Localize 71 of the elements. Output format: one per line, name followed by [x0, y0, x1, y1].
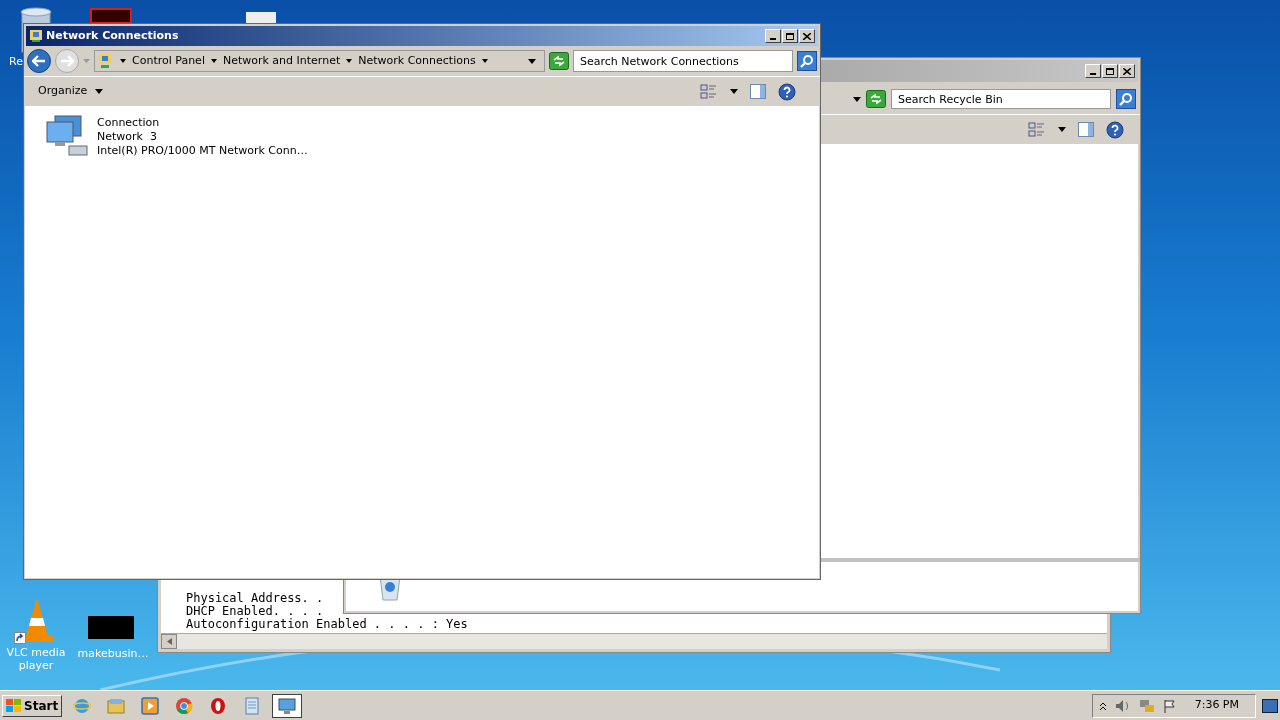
minimize-button[interactable] [1085, 64, 1101, 78]
shortcut-arrow-icon [14, 632, 26, 644]
speaker-icon[interactable] [1114, 698, 1131, 713]
back-arrow-icon [32, 55, 46, 67]
connection-name: Connection [97, 116, 161, 130]
preview-pane-icon[interactable] [750, 84, 766, 99]
breadcrumb[interactable]: Control Panel [132, 52, 205, 70]
document-icon [246, 12, 276, 24]
preview-pane-icon[interactable] [1078, 122, 1094, 137]
console-line: Physical Address. . [186, 592, 325, 605]
chevron-icon [210, 59, 217, 63]
browser-icon [175, 696, 194, 715]
caret-icon [95, 89, 104, 94]
show-desktop-button[interactable] [1262, 698, 1278, 713]
clock: 7:36 PM [1193, 697, 1240, 714]
breadcrumb[interactable]: Network and Internet [222, 52, 341, 70]
window-title: Network Connections [46, 27, 180, 44]
back-button[interactable] [27, 49, 51, 73]
connection-item[interactable]: Connection Network 3 Intel(R) PRO/1000 MT Network Conn… [45, 114, 811, 160]
ring-icon [209, 696, 228, 715]
minimize-button[interactable] [765, 29, 781, 43]
maximize-button[interactable] [1102, 64, 1118, 78]
folder-icon [107, 696, 126, 715]
start-button[interactable]: Start [2, 694, 63, 717]
desktop-icon-label: makebusin… [76, 646, 150, 662]
address-bar[interactable]: Control Panel Network and Internet Network Connections [94, 50, 545, 72]
app-icon [90, 8, 132, 24]
organize-button[interactable]: Organize [38, 83, 104, 100]
dropdown-arrow-icon [853, 96, 861, 102]
views-icon[interactable] [700, 83, 718, 100]
network-name: Network 3 [97, 130, 158, 144]
globe-icon [73, 696, 92, 715]
desktop-icon-label: VLC media player [5, 646, 67, 672]
help-icon[interactable] [778, 82, 796, 101]
scroll-left-button[interactable] [161, 634, 177, 649]
console-line: DHCP Enabled. . . . [186, 605, 325, 618]
breadcrumb[interactable]: Network Connections [358, 52, 476, 70]
chevron-icon [346, 59, 353, 63]
chevron-icon [120, 59, 126, 63]
left-arrow-icon [166, 638, 172, 645]
help-icon[interactable] [1106, 120, 1124, 139]
chevron-up-icon[interactable] [1098, 700, 1107, 711]
console-line: Autoconfiguration Enabled . . . . : Yes [186, 618, 469, 631]
maximize-button[interactable] [782, 29, 798, 43]
forward-arrow-icon [60, 55, 74, 67]
desktop-icon-label: Re [9, 54, 23, 70]
search-button[interactable] [797, 51, 817, 71]
network-folder-icon [98, 53, 114, 69]
play-icon [141, 696, 160, 715]
dropdown-arrow-icon[interactable] [730, 89, 738, 94]
taskbar-button[interactable] [272, 693, 303, 718]
windows-flag-icon [6, 698, 22, 713]
flag-icon[interactable] [1162, 698, 1177, 713]
dropdown-arrow-icon [83, 59, 90, 63]
search-button[interactable] [1116, 89, 1136, 109]
chevron-icon [481, 59, 488, 63]
refresh-icon[interactable] [549, 52, 569, 70]
network-folder-icon [29, 29, 43, 43]
search-field[interactable]: Search Recycle Bin [891, 89, 1111, 109]
close-button[interactable] [1119, 64, 1135, 78]
refresh-icon[interactable] [866, 90, 886, 108]
close-icon [1123, 67, 1131, 75]
close-button[interactable] [799, 29, 815, 43]
dropdown-arrow-icon[interactable] [1058, 127, 1066, 132]
views-icon[interactable] [1028, 121, 1046, 138]
search-field[interactable]: Search Network Connections [573, 50, 793, 72]
dropdown-arrow-icon [528, 58, 536, 64]
close-icon [803, 32, 811, 40]
monitor-icon [277, 696, 298, 715]
notepad-icon [243, 696, 262, 715]
adapter-name: Intel(R) PRO/1000 MT Network Conn… [97, 144, 308, 158]
